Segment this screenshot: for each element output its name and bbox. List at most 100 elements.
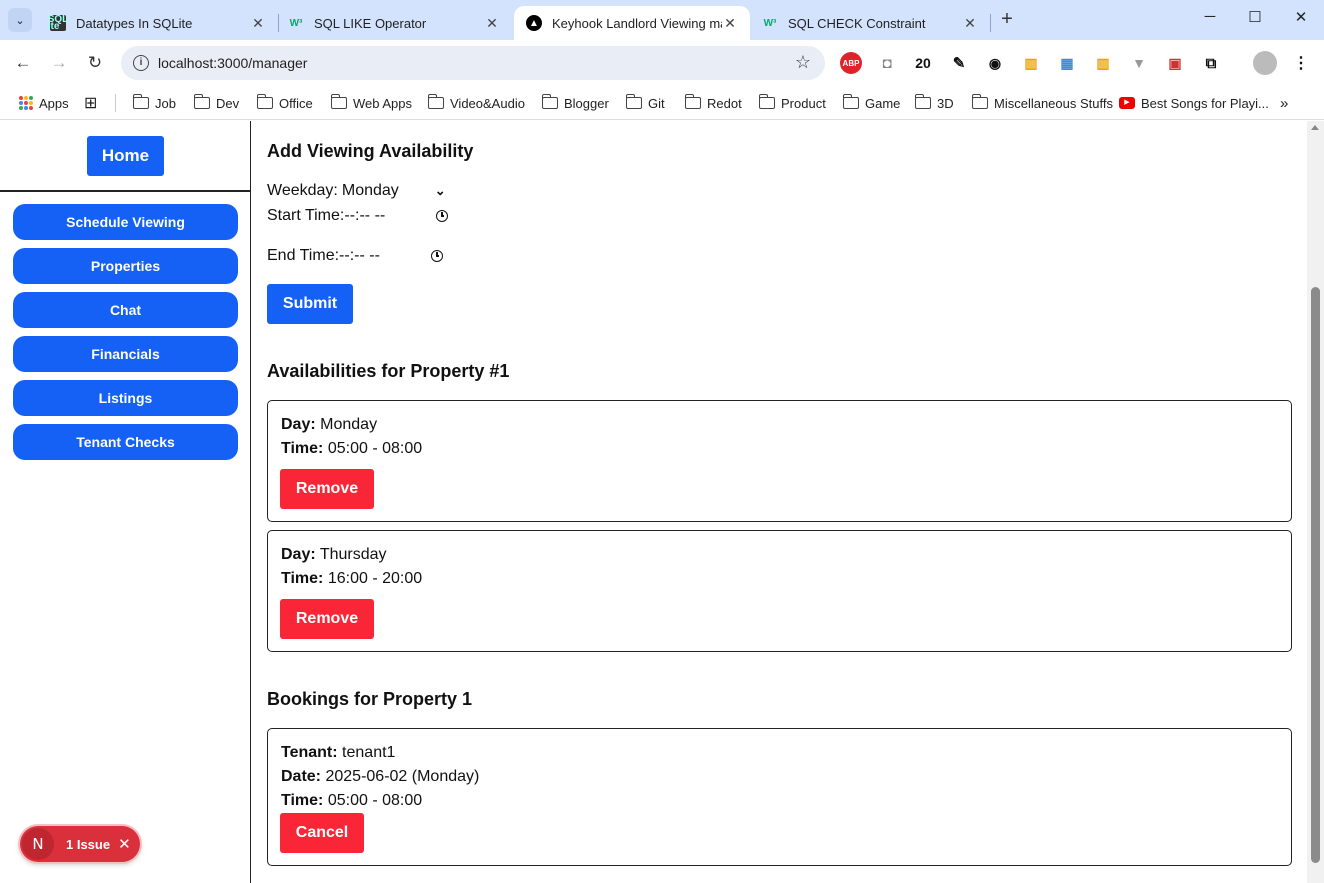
availability-card: Day: Monday Time: 05:00 - 08:00 Remove <box>267 400 1292 522</box>
reader-extension-icon[interactable]: ▥ <box>1020 52 1042 74</box>
sidebar-divider <box>0 190 250 192</box>
weekday-value: Monday <box>341 182 399 199</box>
page-viewport: Home Schedule Viewing Properties Chat Fi… <box>0 121 1324 883</box>
bookmark-folder-video-audio[interactable]: Video&Audio <box>427 92 525 114</box>
nextjs-logo-icon: N <box>22 828 54 860</box>
bookmark-folder-blogger[interactable]: Blogger <box>541 92 609 114</box>
bookmarks-bar: Apps ⊞ Job Dev Office Web Apps Video&Aud… <box>0 86 1324 120</box>
new-tab-button[interactable]: + <box>996 9 1018 31</box>
bookmark-folder-misc[interactable]: Miscellaneous Stuffs <box>971 92 1113 114</box>
scrollbar-thumb[interactable] <box>1311 287 1320 863</box>
adblock-icon[interactable]: ABP <box>840 52 862 74</box>
vue-devtools-icon[interactable]: ▼ <box>1128 52 1150 74</box>
bookmark-label: Product <box>781 95 826 111</box>
close-tab-icon[interactable]: ✕ <box>722 15 738 32</box>
image-extension-icon[interactable]: ▣ <box>1164 52 1186 74</box>
back-button[interactable]: ← <box>11 51 35 75</box>
weekday-select[interactable]: Monday ⌄ <box>342 182 446 200</box>
bookmark-star-icon[interactable]: ☆ <box>795 52 811 73</box>
close-window-button[interactable]: ✕ <box>1286 8 1316 32</box>
sidebar-item-listings[interactable]: Listings <box>13 380 238 416</box>
site-info-icon[interactable]: i <box>133 55 149 71</box>
bookmark-folder-web-apps[interactable]: Web Apps <box>330 92 412 114</box>
bookmark-apps[interactable]: Apps <box>19 92 69 114</box>
menu-kebab-icon[interactable]: ⋮ <box>1290 52 1312 74</box>
start-time-row: Start Time: --:-- -- <box>267 207 449 225</box>
tab-groups-icon[interactable]: ⊞ <box>84 92 97 114</box>
bookmark-folder-game[interactable]: Game <box>842 92 900 114</box>
sidebar-item-schedule-viewing[interactable]: Schedule Viewing <box>13 204 238 240</box>
tab-title: SQL CHECK Constraint <box>788 15 926 31</box>
minimize-button[interactable]: ─ <box>1195 8 1225 32</box>
bookmark-label: Job <box>155 95 176 111</box>
bookmark-folder-office[interactable]: Office <box>256 92 313 114</box>
tab-sql-check[interactable]: W³ SQL CHECK Constraint ✕ <box>750 6 990 40</box>
reload-button[interactable]: ↻ <box>83 51 107 75</box>
minimize-icon: ─ <box>1204 8 1216 25</box>
tab-keyhook-active[interactable]: ▲ Keyhook Landlord Viewing man ✕ <box>514 6 750 40</box>
home-button[interactable]: Home <box>87 136 164 176</box>
clock-icon[interactable] <box>436 210 449 222</box>
bookmark-folder-git[interactable]: Git <box>625 92 665 114</box>
end-time-label: End Time: <box>267 247 340 264</box>
date-label: Date: <box>281 768 322 785</box>
more-bookmarks-icon[interactable]: » <box>1280 92 1288 114</box>
notes-extension-icon[interactable]: ▥ <box>1092 52 1114 74</box>
page-scrollbar[interactable] <box>1307 121 1324 883</box>
spy-extension-icon[interactable]: ◉ <box>984 52 1006 74</box>
tenant-value: tenant1 <box>342 744 396 761</box>
sidebar-item-tenant-checks[interactable]: Tenant Checks <box>13 424 238 460</box>
weekday-label: Weekday: <box>267 182 338 199</box>
issue-count: 1 Issue <box>66 836 111 852</box>
bookmark-folder-product[interactable]: Product <box>758 92 826 114</box>
camera-icon[interactable]: ◘ <box>876 52 898 74</box>
clock-icon[interactable] <box>431 250 444 262</box>
availability-form-title: Add Viewing Availability <box>267 141 474 161</box>
apps-grid-icon <box>19 96 33 110</box>
close-tab-icon[interactable]: ✕ <box>250 15 266 32</box>
close-icon[interactable]: ✕ <box>118 835 131 853</box>
remove-button[interactable]: Remove <box>280 469 374 509</box>
chevron-down-icon: ⌄ <box>15 14 25 27</box>
tab-search-button[interactable]: ⌄ <box>8 8 32 32</box>
forward-button[interactable]: → <box>47 51 71 75</box>
bookmark-label: Blogger <box>564 95 609 111</box>
address-bar[interactable]: i localhost:3000/manager ☆ <box>121 46 825 80</box>
tab-sql-like[interactable]: W³ SQL LIKE Operator ✕ <box>276 6 512 40</box>
day-value: Thursday <box>319 546 387 563</box>
eyedropper-icon[interactable]: ✎ <box>948 52 970 74</box>
tab-title: SQL LIKE Operator <box>314 15 427 31</box>
bookmark-best-songs[interactable]: ▶ Best Songs for Playi... <box>1119 92 1269 114</box>
end-time-row: End Time: --:-- -- <box>267 247 444 265</box>
scroll-up-arrow-icon[interactable] <box>1311 125 1319 130</box>
remove-button[interactable]: Remove <box>280 599 374 639</box>
tab-datatypes-sqlite[interactable]: SQL ite Datatypes In SQLite ✕ <box>38 6 278 40</box>
bookmark-label: Miscellaneous Stuffs <box>994 95 1113 111</box>
close-tab-icon[interactable]: ✕ <box>484 15 500 32</box>
bookmark-folder-3d[interactable]: 3D <box>914 92 954 114</box>
calendar-extension-icon[interactable]: ▦ <box>1056 52 1078 74</box>
extensions-puzzle-icon[interactable]: ⧉ <box>1200 52 1222 74</box>
availability-time: Time: 05:00 - 08:00 <box>281 440 422 458</box>
sidebar-item-financials[interactable]: Financials <box>13 336 238 372</box>
bookmark-label: Office <box>279 95 313 111</box>
extension-counter-icon[interactable]: 20 <box>912 52 934 74</box>
cancel-booking-button[interactable]: Cancel <box>280 813 364 853</box>
end-time-input[interactable]: --:-- -- <box>339 247 444 265</box>
start-time-label: Start Time: <box>267 207 345 224</box>
submit-button[interactable]: Submit <box>267 284 353 324</box>
nextjs-issues-badge[interactable]: N 1 Issue ✕ <box>20 826 140 862</box>
bookmark-folder-job[interactable]: Job <box>132 92 176 114</box>
bookmark-folder-redot[interactable]: Redot <box>684 92 742 114</box>
bookmark-label: Best Songs for Playi... <box>1141 95 1269 111</box>
close-tab-icon[interactable]: ✕ <box>962 15 978 32</box>
url-text[interactable]: localhost:3000/manager <box>158 55 307 71</box>
start-time-input[interactable]: --:-- -- <box>344 207 449 225</box>
maximize-button[interactable]: ☐ <box>1240 8 1270 32</box>
sidebar-item-properties[interactable]: Properties <box>13 248 238 284</box>
time-value: 05:00 - 08:00 <box>327 440 423 457</box>
extension-badge: 20 <box>915 55 931 71</box>
profile-avatar[interactable] <box>1253 51 1277 75</box>
sidebar-item-chat[interactable]: Chat <box>13 292 238 328</box>
bookmark-folder-dev[interactable]: Dev <box>193 92 239 114</box>
